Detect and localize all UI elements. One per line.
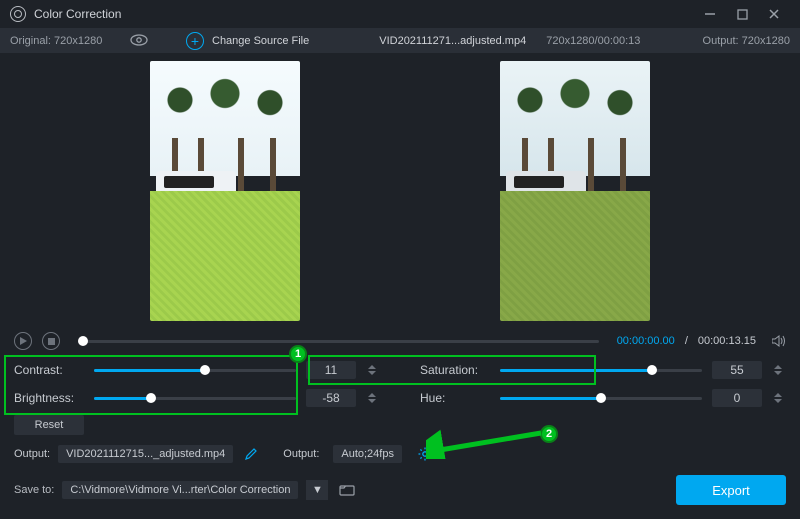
- saturation-stepper[interactable]: [774, 365, 786, 375]
- add-source-button[interactable]: +: [186, 32, 204, 50]
- annotation-badge-1: 1: [289, 345, 307, 363]
- saturation-row: Saturation: 55: [420, 361, 786, 379]
- window-title: Color Correction: [34, 7, 694, 21]
- save-path: C:\Vidmore\Vidmore Vi...rter\Color Corre…: [62, 481, 298, 499]
- open-folder-icon[interactable]: [336, 480, 358, 500]
- original-dimensions: Original: 720x1280: [10, 35, 120, 47]
- output-profile-label: Output:: [283, 448, 319, 460]
- hue-label: Hue:: [420, 391, 490, 405]
- original-label: Original:: [10, 35, 51, 47]
- minimize-button[interactable]: [694, 0, 726, 28]
- output-filename: VID2021112715..._adjusted.mp4: [58, 445, 233, 463]
- reset-button[interactable]: Reset: [14, 415, 84, 435]
- time-total: 00:00:13.15: [698, 335, 756, 347]
- source-meta: 720x1280/00:00:13: [546, 35, 640, 47]
- reset-row: Reset: [0, 411, 800, 439]
- close-button[interactable]: [758, 0, 790, 28]
- brightness-row: Brightness: -58: [14, 389, 380, 407]
- change-source-link[interactable]: Change Source File: [212, 35, 309, 47]
- app-window: Color Correction Original: 720x1280 + Ch…: [0, 0, 800, 519]
- preview-toggle-icon[interactable]: [130, 33, 146, 49]
- stop-button[interactable]: [42, 332, 60, 350]
- color-sliders: Contrast: 11 Saturation: 55 Brightness: …: [0, 353, 800, 411]
- saturation-knob[interactable]: [647, 365, 657, 375]
- preview-area: [0, 53, 800, 329]
- saturation-label: Saturation:: [420, 363, 490, 377]
- playback-bar: 00:00:00.00 / 00:00:13.15: [0, 329, 800, 353]
- contrast-label: Contrast:: [14, 363, 84, 377]
- hue-stepper[interactable]: [774, 393, 786, 403]
- time-current: 00:00:00.00: [617, 335, 675, 347]
- brightness-label: Brightness:: [14, 391, 84, 405]
- export-button[interactable]: Export: [676, 475, 786, 505]
- contrast-stepper[interactable]: [368, 365, 380, 375]
- contrast-value[interactable]: 11: [306, 361, 356, 379]
- output-dimensions: Output: 720x1280: [703, 35, 790, 47]
- save-to-label: Save to:: [14, 484, 54, 496]
- save-path-dropdown[interactable]: ▼: [306, 480, 328, 500]
- progress-track[interactable]: [78, 340, 599, 343]
- edit-filename-icon[interactable]: [245, 448, 257, 460]
- saturation-value[interactable]: 55: [712, 361, 762, 379]
- save-row: Save to: C:\Vidmore\Vidmore Vi...rter\Co…: [0, 469, 800, 519]
- progress-knob[interactable]: [78, 336, 88, 346]
- output-profile-value[interactable]: Auto;24fps: [333, 445, 402, 463]
- settings-gear-icon[interactable]: [418, 447, 432, 461]
- brightness-slider[interactable]: [94, 397, 296, 400]
- time-separator: /: [685, 335, 688, 347]
- app-logo-icon: [10, 6, 26, 22]
- output-label: Output:: [14, 448, 50, 460]
- output-dim-label: Output:: [703, 35, 739, 47]
- volume-icon[interactable]: [772, 335, 786, 347]
- output-dim-value: 720x1280: [742, 35, 790, 47]
- original-dim-value: 720x1280: [54, 35, 102, 47]
- preview-output: [500, 61, 650, 321]
- titlebar: Color Correction: [0, 0, 800, 28]
- hue-row: Hue: 0: [420, 389, 786, 407]
- saturation-slider[interactable]: [500, 369, 702, 372]
- output-row: Output: VID2021112715..._adjusted.mp4 Ou…: [0, 439, 800, 469]
- play-button[interactable]: [14, 332, 32, 350]
- contrast-row: Contrast: 11: [14, 361, 380, 379]
- brightness-value[interactable]: -58: [306, 389, 356, 407]
- hue-knob[interactable]: [596, 393, 606, 403]
- contrast-knob[interactable]: [200, 365, 210, 375]
- preview-original: [150, 61, 300, 321]
- hue-slider[interactable]: [500, 397, 702, 400]
- brightness-knob[interactable]: [146, 393, 156, 403]
- annotation-badge-2: 2: [540, 425, 558, 443]
- info-bar: Original: 720x1280 + Change Source File …: [0, 28, 800, 53]
- contrast-slider[interactable]: [94, 369, 296, 372]
- source-filename: VID202111271...adjusted.mp4: [379, 35, 526, 47]
- brightness-stepper[interactable]: [368, 393, 380, 403]
- maximize-button[interactable]: [726, 0, 758, 28]
- hue-value[interactable]: 0: [712, 389, 762, 407]
